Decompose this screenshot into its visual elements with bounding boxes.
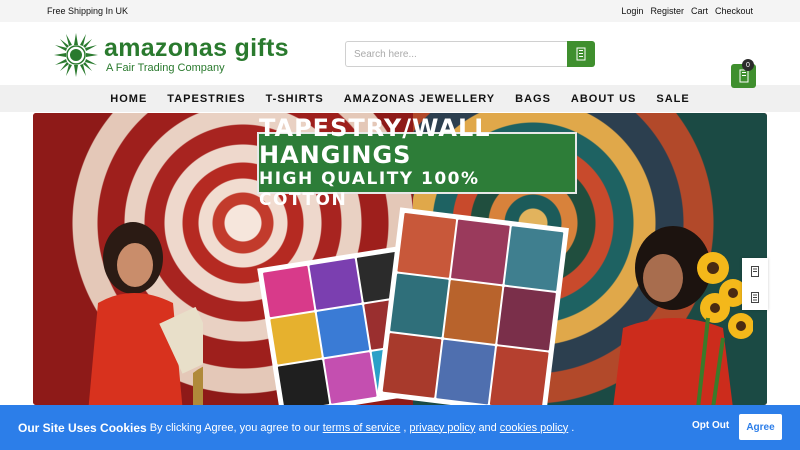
brand-name: amazonas gifts: [104, 34, 289, 62]
free-shipping-text: Free Shipping In UK: [47, 6, 129, 16]
search-icon: [576, 47, 586, 61]
cart-button[interactable]: 0: [731, 59, 756, 88]
nav-item-jewellery[interactable]: AMAZONAS JEWELLERY: [344, 93, 495, 105]
nav-item-about-us[interactable]: ABOUT US: [571, 93, 636, 105]
main-nav: HOME TAPESTRIES T-SHIRTS AMAZONAS JEWELL…: [0, 85, 800, 112]
cookies-policy-link[interactable]: cookies policy: [500, 422, 568, 434]
cookie-banner: Our Site Uses Cookies By clicking Agree,…: [0, 405, 800, 450]
search-button[interactable]: [567, 41, 595, 67]
cart-count-badge: 0: [742, 59, 754, 71]
nav-item-home[interactable]: HOME: [110, 93, 147, 105]
woman-reading-image: [88, 222, 203, 405]
checkout-link[interactable]: Checkout: [715, 6, 753, 16]
search-input[interactable]: [345, 41, 567, 67]
cart-link[interactable]: Cart: [691, 6, 708, 16]
opt-out-button[interactable]: Opt Out: [692, 420, 729, 431]
login-link[interactable]: Login: [621, 6, 643, 16]
hero-title: TAPESTRY/WALL HANGINGS: [259, 114, 491, 169]
nav-item-bags[interactable]: BAGS: [515, 93, 551, 105]
hero-subtitle: HIGH QUALITY 100% COTTON: [259, 169, 480, 210]
cookie-separator: ,: [403, 421, 407, 434]
cart-icon: [739, 69, 748, 83]
cookie-end-period: .: [571, 421, 575, 434]
logo[interactable]: amazonas gifts A Fair Trading Company: [52, 31, 289, 79]
agree-button[interactable]: Agree: [739, 414, 782, 440]
site-header: amazonas gifts A Fair Trading Company 0: [0, 22, 800, 88]
cookie-and-text: and: [478, 421, 497, 434]
hero-headline-box: TAPESTRY/WALL HANGINGS HIGH QUALITY 100%…: [257, 115, 577, 210]
account-links: Login Register Cart Checkout: [621, 6, 753, 16]
nav-item-tapestries[interactable]: TAPESTRIES: [167, 93, 245, 105]
search-bar: [345, 41, 595, 67]
nav-item-sale[interactable]: SALE: [656, 93, 689, 105]
hero-banner[interactable]: TAPESTRY/WALL HANGINGS HIGH QUALITY 100%…: [33, 113, 767, 405]
floating-side-toolbar: [742, 258, 768, 310]
logo-text: amazonas gifts A Fair Trading Company: [104, 34, 289, 75]
register-link[interactable]: Register: [650, 6, 684, 16]
cookie-text: By clicking Agree, you agree to our: [149, 421, 320, 434]
woman-with-sunflowers-image: [613, 226, 753, 405]
privacy-policy-link[interactable]: privacy policy: [409, 422, 475, 434]
nav-item-t-shirts[interactable]: T-SHIRTS: [266, 93, 324, 105]
top-bar: Free Shipping In UK Login Register Cart …: [0, 0, 800, 22]
document-icon[interactable]: [751, 291, 759, 303]
terms-of-service-link[interactable]: terms of service: [323, 422, 401, 434]
bookmark-icon[interactable]: [751, 265, 759, 277]
tapestry-collage-large: [377, 207, 569, 405]
sun-logo-icon: [54, 33, 98, 77]
brand-tagline: A Fair Trading Company: [106, 62, 225, 74]
cookie-heading: Our Site Uses Cookies: [18, 420, 147, 435]
